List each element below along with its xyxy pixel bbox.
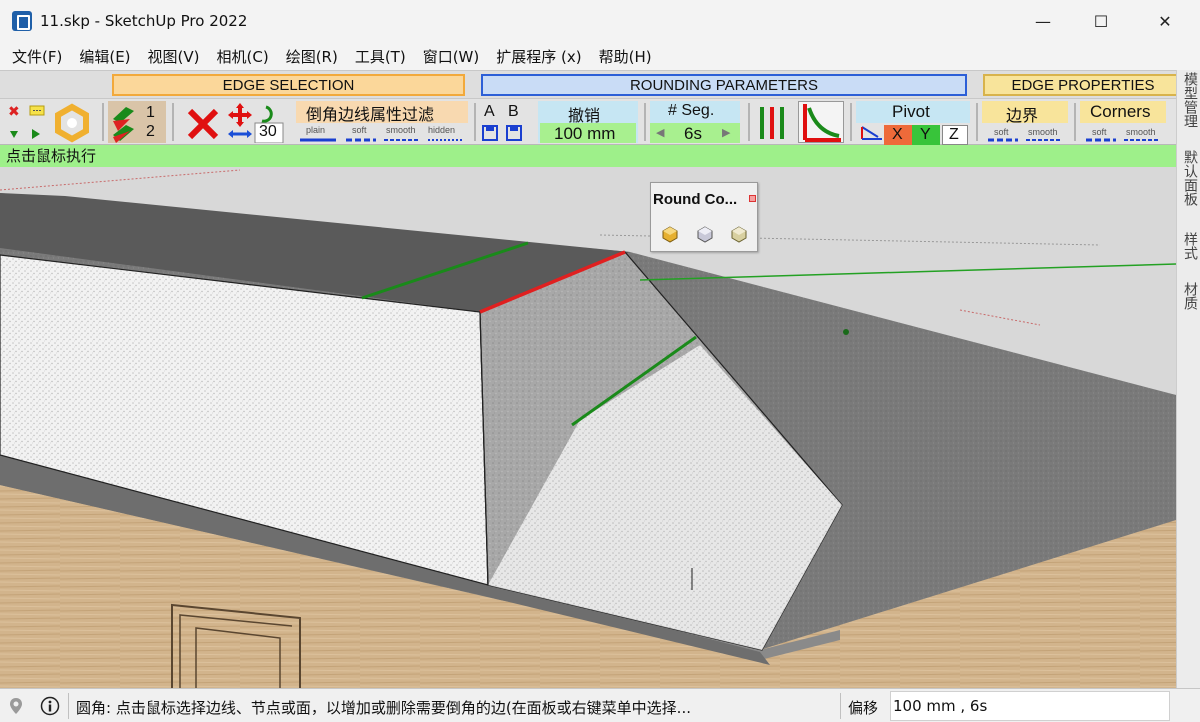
menu-view[interactable]: 视图(V) <box>142 46 206 67</box>
edge-prop-selector-icon[interactable] <box>52 101 92 143</box>
sharp-cube-icon[interactable] <box>696 225 714 243</box>
pivot-axis-z[interactable]: Z <box>949 126 959 144</box>
seg-increase-icon[interactable]: ▶ <box>722 126 730 139</box>
status-message: 圆角: 点击鼠标选择边线、节点或面，以增加或删除需要倒角的边(在面板或右键菜单中… <box>76 699 691 717</box>
vcb-label: 偏移 <box>848 699 879 717</box>
tab-materials[interactable]: 材质 <box>1180 282 1198 310</box>
round-corner-toolbar: ✖ 1 2 30 倒角边线属性过滤 plain soft smooth hidd… <box>0 98 1176 145</box>
pivot-control[interactable]: Pivot X Y Z <box>856 101 970 145</box>
seg-decrease-icon[interactable]: ◀ <box>656 126 664 139</box>
svg-text:✖: ✖ <box>8 104 20 120</box>
offset-control[interactable]: 撤销 100 mm <box>538 101 638 143</box>
instructor-icon[interactable] <box>40 696 60 716</box>
menu-file[interactable]: 文件(F) <box>6 46 68 67</box>
minimize-button[interactable]: — <box>1014 0 1072 42</box>
menu-extensions[interactable]: 扩展程序 (x) <box>490 46 587 67</box>
sketchup-logo-icon <box>12 11 32 31</box>
tab-default-tray[interactable]: 默认面板 <box>1180 150 1198 206</box>
round-panel-close-button[interactable] <box>749 195 756 202</box>
tab-styles[interactable]: 样式 <box>1180 232 1198 260</box>
measurements-input[interactable]: 100 mm , 6s <box>890 691 1170 721</box>
edge-properties-header: EDGE PROPERTIES <box>983 74 1183 96</box>
round-profile-icon[interactable] <box>798 101 844 143</box>
validate-cancel-icons[interactable]: ✖ <box>6 101 48 143</box>
title-bar: 11.skp - SketchUp Pro 2022 — ☐ ✕ <box>0 0 1200 42</box>
corners-properties[interactable]: Corners soft smooth <box>1080 101 1166 143</box>
edge-selection-header: EDGE SELECTION <box>112 74 465 96</box>
model-scene[interactable] <box>0 167 1176 688</box>
ab-save-control[interactable]: A B <box>478 101 528 143</box>
pivot-title: Pivot <box>892 102 930 121</box>
step-two-label: 2 <box>146 123 155 140</box>
border-properties[interactable]: 边界 soft smooth <box>982 101 1068 143</box>
hint-bar: 点击鼠标执行 <box>0 145 1176 167</box>
default-tray-tabs: 模型管理 默认面板 样式 材质 <box>1176 70 1200 688</box>
save-icon <box>482 125 522 141</box>
pivot-axis-y[interactable]: Y <box>920 126 931 144</box>
seg-title: # Seg. <box>668 102 715 119</box>
angle-control[interactable]: 30 <box>226 101 288 144</box>
toolbar-group-headers: EDGE SELECTION ROUNDING PARAMETERS EDGE … <box>0 70 1183 98</box>
delete-icon[interactable] <box>184 101 222 143</box>
step-selector[interactable]: 1 2 <box>108 101 166 143</box>
menu-draw[interactable]: 绘图(R) <box>280 46 344 67</box>
menu-bar: 文件(F) 编辑(E) 视图(V) 相机(C) 绘图(R) 工具(T) 窗口(W… <box>0 42 1200 70</box>
bevel-cube-icon[interactable] <box>730 225 748 243</box>
status-bar: 圆角: 点击鼠标选择边线、节点或面，以增加或删除需要倒角的边(在面板或右键菜单中… <box>0 688 1200 722</box>
model-viewport[interactable] <box>0 167 1176 688</box>
angle-value: 30 <box>259 123 277 140</box>
tab-model-manager[interactable]: 模型管理 <box>1180 72 1198 128</box>
segments-control[interactable]: # Seg. ◀ 6s ▶ <box>650 101 740 143</box>
seg-value: 6s <box>684 124 702 143</box>
menu-help[interactable]: 帮助(H) <box>593 46 658 67</box>
edge-filter[interactable]: 倒角边线属性过滤 plain soft smooth hidden <box>296 101 468 143</box>
round-panel-title: Round Co... <box>653 191 738 208</box>
menu-tools[interactable]: 工具(T) <box>349 46 412 67</box>
parallel-lines-icon[interactable] <box>754 101 794 143</box>
menu-edit[interactable]: 编辑(E) <box>73 46 136 67</box>
menu-window[interactable]: 窗口(W) <box>417 46 486 67</box>
round-cube-icon[interactable] <box>661 225 679 243</box>
maximize-button[interactable]: ☐ <box>1072 0 1130 42</box>
step-one-label: 1 <box>146 104 155 121</box>
close-button[interactable]: ✕ <box>1136 0 1194 42</box>
round-corner-panel[interactable]: Round Co... <box>650 182 758 252</box>
rounding-parameters-header: ROUNDING PARAMETERS <box>481 74 967 96</box>
offset-value: 100 mm <box>554 124 616 143</box>
menu-camera[interactable]: 相机(C) <box>211 46 275 67</box>
pivot-axis-x[interactable]: X <box>892 126 903 144</box>
window-title: 11.skp - SketchUp Pro 2022 <box>40 12 248 30</box>
geo-location-icon[interactable] <box>6 696 26 716</box>
